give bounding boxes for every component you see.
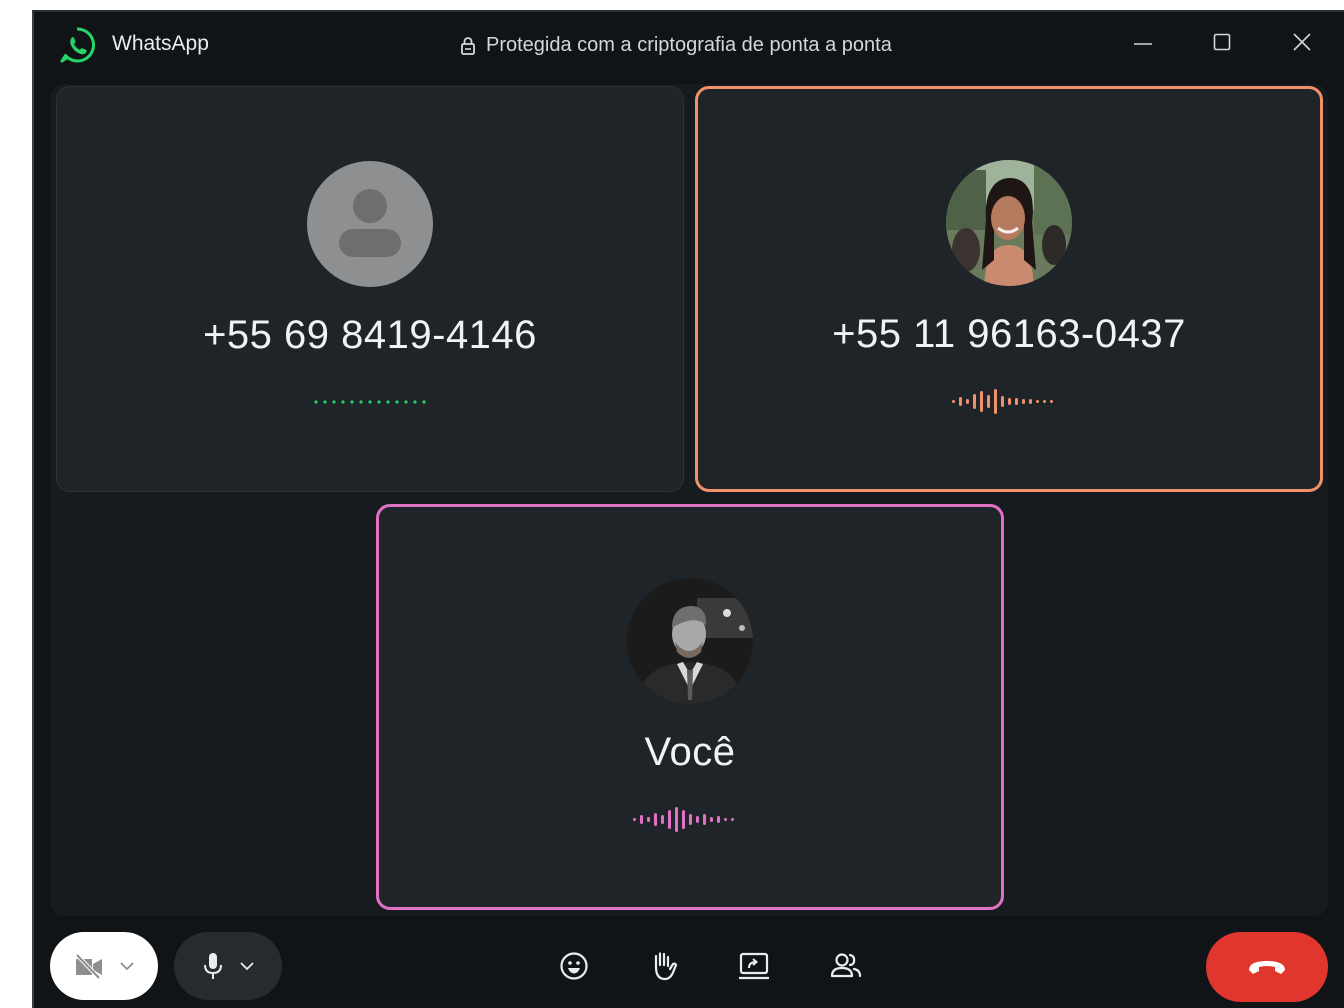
close-icon <box>1293 33 1311 51</box>
encryption-text: Protegida com a criptografia de ponta a … <box>486 34 892 56</box>
end-call-button[interactable] <box>1206 932 1328 1002</box>
maximize-button[interactable] <box>1197 22 1247 62</box>
emoji-icon <box>560 952 588 980</box>
minimize-icon <box>1134 43 1152 45</box>
reactions-button[interactable] <box>552 944 596 988</box>
camera-toggle-button[interactable] <box>50 932 158 1000</box>
call-window: WhatsApp Protegida com a criptografia de… <box>32 10 1344 1008</box>
video-off-icon <box>75 953 102 980</box>
screen-share-icon <box>739 952 769 980</box>
raise-hand-icon <box>654 952 678 981</box>
minimize-button[interactable] <box>1118 22 1168 62</box>
maximize-icon <box>1213 33 1231 51</box>
participant-photo <box>946 160 1072 286</box>
raise-hand-button[interactable] <box>642 944 686 988</box>
participant-name: +55 11 96163-0437 <box>832 312 1186 356</box>
participants-icon <box>830 953 862 978</box>
microphone-icon <box>204 953 222 979</box>
chevron-down-icon[interactable] <box>239 958 255 974</box>
call-controls <box>34 926 1344 1008</box>
share-screen-button[interactable] <box>732 944 776 988</box>
self-tile[interactable]: Você <box>376 504 1004 910</box>
app-title: WhatsApp <box>112 32 209 55</box>
microphone-toggle-button[interactable] <box>174 932 282 1000</box>
participant-grid: +55 69 8419-4146 +55 11 96163-0437 Você <box>50 84 1328 916</box>
close-button[interactable] <box>1277 22 1327 62</box>
participant-tile-active[interactable]: +55 11 96163-0437 <box>695 86 1323 492</box>
lock-icon <box>460 36 476 56</box>
participants-button[interactable] <box>824 944 868 988</box>
chevron-down-icon[interactable] <box>119 958 135 974</box>
self-photo <box>627 578 753 704</box>
participant-tile[interactable]: +55 69 8419-4146 <box>56 86 684 492</box>
audio-level-indicator <box>952 389 1053 414</box>
audio-level-indicator <box>633 807 734 832</box>
person-icon <box>307 161 433 287</box>
hang-up-icon <box>1249 961 1285 974</box>
participant-name: Você <box>644 730 736 774</box>
whatsapp-logo-icon <box>58 26 96 64</box>
default-avatar <box>307 161 433 287</box>
participant-name: +55 69 8419-4146 <box>203 313 537 357</box>
encryption-notice: Protegida com a criptografia de ponta a … <box>460 34 892 57</box>
connecting-dots-indicator <box>314 400 426 404</box>
title-bar: WhatsApp Protegida com a criptografia de… <box>34 12 1344 78</box>
